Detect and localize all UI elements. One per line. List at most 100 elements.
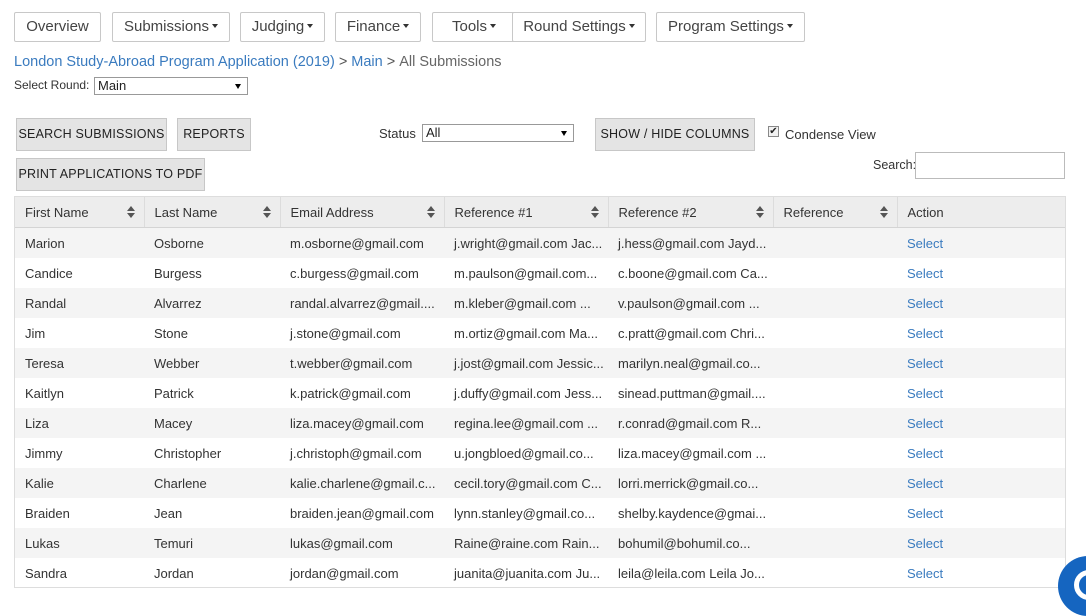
sort-icon[interactable]	[879, 206, 889, 218]
select-link[interactable]: Select	[907, 506, 943, 521]
cell-action: Select	[897, 528, 1065, 558]
cell-action: Select	[897, 438, 1065, 468]
nav-program-settings-button[interactable]: Program Settings	[656, 12, 805, 42]
cell-reference	[773, 498, 897, 528]
round-select[interactable]: Main	[94, 77, 248, 95]
cell-reference-2: leila@leila.com Leila Jo...	[608, 558, 773, 587]
caret-down-icon	[786, 24, 793, 29]
sort-icon[interactable]	[755, 206, 765, 218]
cell-reference-1: juanita@juanita.com Ju...	[444, 558, 608, 587]
search-input[interactable]	[915, 152, 1065, 179]
nav-label: Judging	[251, 18, 305, 35]
breadcrumb-current: All Submissions	[399, 54, 502, 70]
breadcrumb-separator: >	[338, 54, 348, 70]
cell-first-name: Braiden	[15, 498, 144, 528]
col-header-label: Email Address	[290, 204, 374, 220]
select-link[interactable]: Select	[907, 326, 943, 341]
breadcrumb-program-link[interactable]: London Study-Abroad Program Application …	[14, 54, 335, 70]
nav-round-settings-button[interactable]: Round Settings	[512, 12, 646, 42]
col-header-email[interactable]: Email Address	[280, 197, 445, 228]
table-row: Sandra Jordan jordan@gmail.com juanita@juan…	[15, 558, 1065, 587]
cell-last-name: Alvarrez	[144, 288, 280, 318]
cell-action: Select	[897, 378, 1065, 408]
cell-first-name: Marion	[15, 227, 144, 258]
select-link[interactable]: Select	[907, 476, 943, 491]
cell-reference-1: j.jost@gmail.com Jessic...	[444, 348, 608, 378]
col-header-label: Reference	[783, 204, 844, 220]
condense-view-checkbox[interactable]: ✔	[768, 126, 779, 137]
col-header-reference-2[interactable]: Reference #2	[608, 197, 774, 228]
nav-judging-button[interactable]: Judging	[240, 12, 325, 42]
cell-first-name: Kalie	[15, 468, 144, 498]
cell-action: Select	[897, 227, 1065, 258]
table-row: Randal Alvarrez randal.alvarrez@gmail.... m…	[15, 288, 1065, 318]
cell-last-name: Charlene	[144, 468, 280, 498]
caret-down-icon	[235, 84, 241, 89]
cell-first-name: Randal	[15, 288, 144, 318]
table-row: Candice Burgess c.burgess@gmail.com m.pauls…	[15, 258, 1065, 288]
select-link[interactable]: Select	[907, 416, 943, 431]
table-row: Braiden Jean braiden.jean@gmail.com lynn.st…	[15, 498, 1065, 528]
cell-reference-1: u.jongbloed@gmail.co...	[444, 438, 608, 468]
show-hide-columns-button[interactable]: SHOW / HIDE COLUMNS	[595, 118, 755, 151]
select-link[interactable]: Select	[907, 356, 943, 371]
cell-email: j.stone@gmail.com	[280, 318, 444, 348]
cell-reference-2: r.conrad@gmail.com R...	[608, 408, 773, 438]
select-link[interactable]: Select	[907, 566, 943, 581]
cell-reference	[773, 378, 897, 408]
search-submissions-button[interactable]: SEARCH SUBMISSIONS	[16, 118, 167, 151]
select-link[interactable]: Select	[907, 296, 943, 311]
caret-down-icon	[307, 24, 314, 29]
cell-last-name: Macey	[144, 408, 280, 438]
print-pdf-button[interactable]: PRINT APPLICATIONS TO PDF	[16, 158, 205, 191]
caret-down-icon	[403, 24, 410, 29]
sort-icon[interactable]	[426, 206, 436, 218]
cell-email: kalie.charlene@gmail.c...	[280, 468, 444, 498]
sort-icon[interactable]	[590, 206, 600, 218]
cell-last-name: Jean	[144, 498, 280, 528]
cell-email: braiden.jean@gmail.com	[280, 498, 444, 528]
reports-button[interactable]: REPORTS	[177, 118, 251, 151]
cell-reference-2: bohumil@bohumil.co...	[608, 528, 773, 558]
select-link[interactable]: Select	[907, 236, 943, 251]
col-header-reference[interactable]: Reference	[773, 197, 898, 228]
cell-email: lukas@gmail.com	[280, 528, 444, 558]
cell-reference	[773, 528, 897, 558]
nav-submissions-button[interactable]: Submissions	[112, 12, 230, 42]
sort-icon[interactable]	[126, 206, 136, 218]
cell-last-name: Temuri	[144, 528, 280, 558]
select-link[interactable]: Select	[907, 536, 943, 551]
cell-reference-2: liza.macey@gmail.com ...	[608, 438, 773, 468]
sort-icon[interactable]	[262, 206, 272, 218]
cell-email: randal.alvarrez@gmail....	[280, 288, 444, 318]
cell-email: m.osborne@gmail.com	[280, 227, 444, 258]
select-link[interactable]: Select	[907, 446, 943, 461]
cell-reference-2: v.paulson@gmail.com ...	[608, 288, 773, 318]
col-header-last-name[interactable]: Last Name	[144, 197, 281, 228]
status-select[interactable]: All	[422, 124, 574, 142]
select-link[interactable]: Select	[907, 386, 943, 401]
col-header-label: First Name	[25, 204, 89, 220]
caret-down-icon	[490, 24, 497, 29]
cell-first-name: Jim	[15, 318, 144, 348]
col-header-action: Action	[897, 197, 1065, 228]
col-header-reference-1[interactable]: Reference #1	[444, 197, 609, 228]
cell-email: liza.macey@gmail.com	[280, 408, 444, 438]
col-header-label: Last Name	[154, 204, 218, 220]
breadcrumb: London Study-Abroad Program Application …	[14, 54, 502, 70]
nav-finance-button[interactable]: Finance	[335, 12, 421, 42]
cell-last-name: Stone	[144, 318, 280, 348]
breadcrumb-round-link[interactable]: Main	[351, 54, 382, 70]
cell-reference-2: sinead.puttman@gmail....	[608, 378, 773, 408]
cell-first-name: Kaitlyn	[15, 378, 144, 408]
select-link[interactable]: Select	[907, 266, 943, 281]
nav-tools-button[interactable]: Tools	[432, 12, 516, 42]
cell-reference	[773, 318, 897, 348]
nav-label: Tools	[451, 18, 488, 35]
nav-overview-button[interactable]: Overview	[14, 12, 101, 42]
cell-reference-2: c.pratt@gmail.com Chri...	[608, 318, 773, 348]
cell-reference-1: m.ortiz@gmail.com Ma...	[444, 318, 608, 348]
col-header-first-name[interactable]: First Name	[15, 197, 145, 228]
cell-email: jordan@gmail.com	[280, 558, 444, 587]
cell-first-name: Lukas	[15, 528, 144, 558]
